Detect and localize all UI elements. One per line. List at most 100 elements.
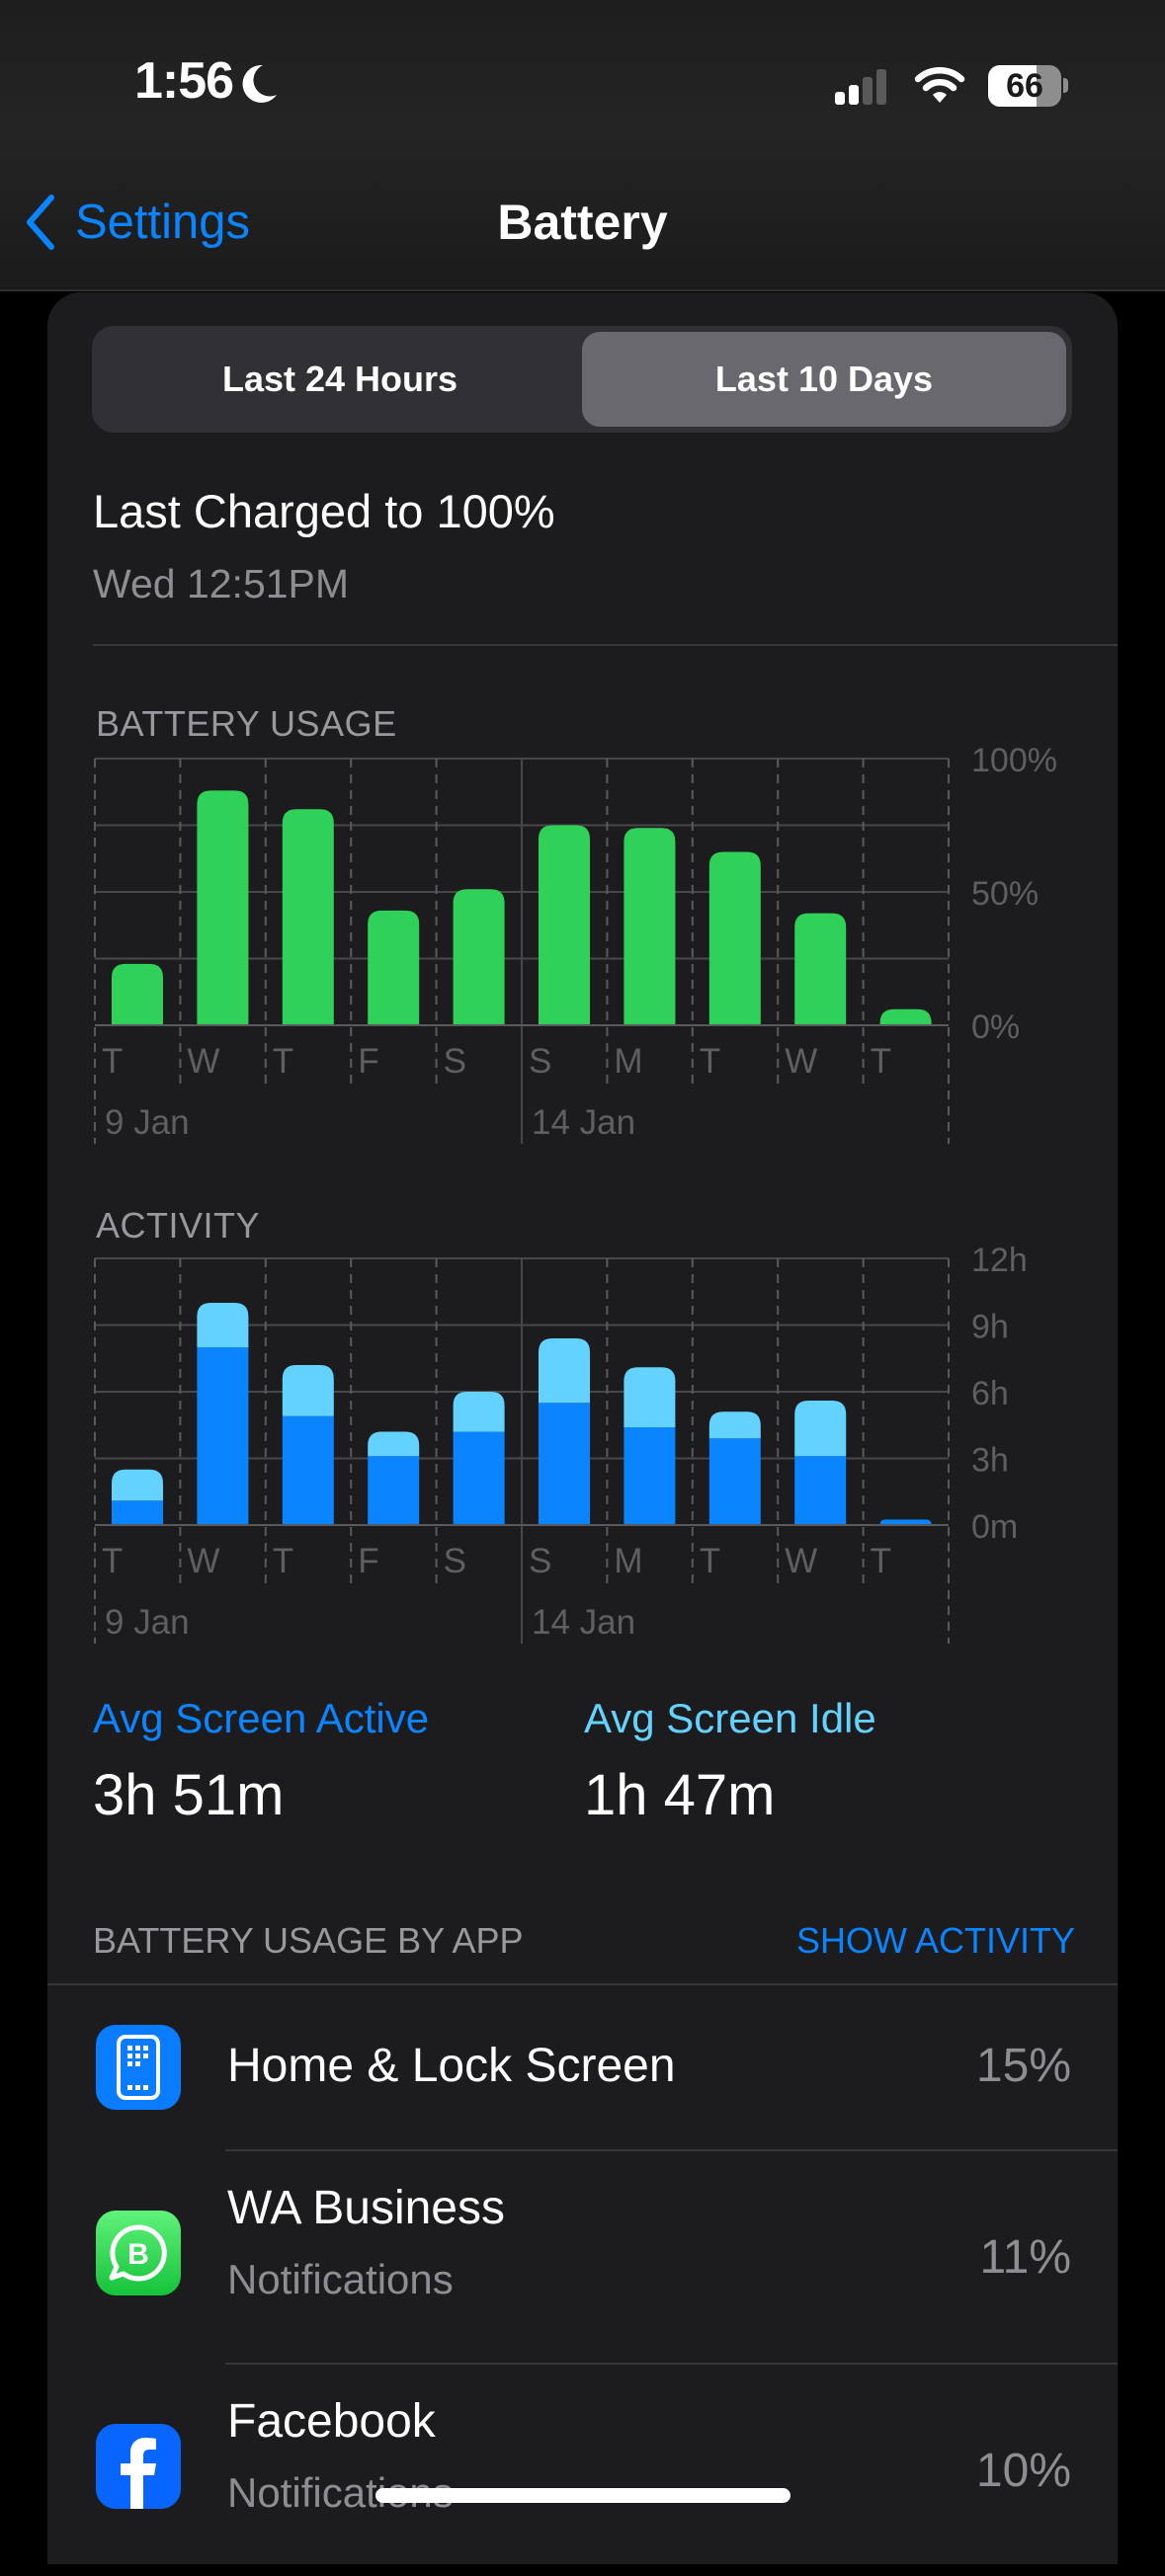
battery-usage-bar[interactable] — [282, 809, 334, 1025]
y-tick-label: 6h — [971, 1375, 1009, 1412]
navigation-header: 1:56 66 Settings Battery — [0, 0, 1165, 291]
svg-text:B: B — [127, 2238, 149, 2271]
x-tick-label: T — [871, 1542, 891, 1580]
x-tick-label: W — [187, 1542, 219, 1580]
activity-bar-screen-active[interactable] — [453, 1431, 505, 1526]
activity-bar-screen-active[interactable] — [794, 1456, 847, 1525]
x-tick-label: T — [700, 1542, 720, 1580]
activity-bar-screen-idle[interactable] — [708, 1411, 761, 1439]
x-tick-label: T — [273, 1042, 293, 1081]
signal-bar — [876, 69, 886, 105]
app-name: Facebook — [227, 2395, 436, 2448]
battery-usage-bar[interactable] — [708, 851, 761, 1026]
segment-last-10-days[interactable]: Last 10 Days — [582, 332, 1066, 427]
app-name: Home & Lock Screen — [227, 2040, 676, 2092]
x-tick-label: W — [785, 1042, 817, 1081]
x-tick-label: T — [871, 1042, 891, 1081]
home-indicator[interactable] — [375, 2488, 791, 2503]
app-percent: 11% — [979, 2231, 1071, 2284]
y-tick-label: 9h — [971, 1309, 1009, 1346]
whatsapp-business-icon: B — [96, 2211, 181, 2295]
date-label: 9 Jan — [105, 1603, 190, 1642]
activity-bar-screen-idle[interactable] — [282, 1365, 334, 1416]
battery-usage-bar[interactable] — [197, 790, 249, 1025]
x-tick-label: F — [358, 1542, 378, 1580]
x-tick-label: T — [700, 1042, 720, 1081]
activity-bar-screen-idle[interactable] — [368, 1431, 420, 1457]
activity-bar-screen-idle[interactable] — [794, 1401, 847, 1457]
time-range-segmented-control: Last 24 Hours Last 10 Days — [92, 326, 1072, 433]
last-charged-time: Wed 12:51PM — [93, 561, 350, 606]
y-tick-label: 100% — [971, 742, 1057, 779]
x-tick-label: W — [785, 1542, 817, 1580]
last-charged-title: Last Charged to 100% — [93, 485, 555, 537]
app-percent: 15% — [975, 2040, 1071, 2092]
battery-usage-bar[interactable] — [368, 910, 420, 1025]
y-tick-label: 0m — [971, 1508, 1018, 1546]
app-row-home-lock-screen[interactable]: Home & Lock Screen 15% — [47, 1985, 1118, 2149]
activity-bar-screen-active[interactable] — [368, 1456, 420, 1525]
activity-chart-svg: 12h 9h 6h 3h 0m T W T F S S M T W T 9 Jan 14 Jan — [94, 1242, 1028, 1644]
app-percent: 10% — [975, 2445, 1071, 2497]
moon-icon — [242, 64, 277, 103]
activity-bar-screen-idle[interactable] — [112, 1469, 163, 1501]
segment-last-24-hours[interactable]: Last 24 Hours — [98, 332, 582, 427]
x-tick-label: M — [614, 1542, 642, 1580]
activity-bar-screen-active[interactable] — [112, 1500, 163, 1525]
avg-screen-idle-label: Avg Screen Idle — [584, 1695, 876, 1741]
activity-bar-screen-active[interactable] — [624, 1427, 676, 1525]
x-tick-label: M — [614, 1042, 642, 1081]
date-label: 14 Jan — [532, 1603, 635, 1642]
activity-bar-screen-idle[interactable] — [197, 1303, 249, 1347]
x-tick-label: S — [529, 1042, 551, 1081]
battery-usage-bar[interactable] — [453, 889, 505, 1025]
x-tick-label: T — [102, 1042, 123, 1081]
avg-screen-active-label: Avg Screen Active — [93, 1695, 430, 1741]
date-label: 14 Jan — [532, 1103, 635, 1142]
avg-screen-idle-value: 1h 47m — [584, 1763, 776, 1827]
activity-bar-screen-active[interactable] — [282, 1415, 334, 1525]
page-title: Battery — [497, 195, 668, 250]
facebook-icon — [96, 2424, 181, 2509]
wifi-icon — [914, 67, 965, 103]
avg-screen-active-value: 3h 51m — [93, 1763, 285, 1827]
battery-usage-chart-svg: 100% 50% 0% T W T F S S M T W T 9 Jan 14 Jan — [94, 742, 1057, 1144]
x-tick-label: W — [187, 1042, 219, 1081]
battery-usage-bar[interactable] — [794, 913, 847, 1025]
y-tick-label: 0% — [971, 1008, 1020, 1046]
app-subtitle: Notifications — [227, 2256, 454, 2302]
battery-usage-by-app-header: BATTERY USAGE BY APP — [93, 1920, 524, 1961]
battery-tip — [1063, 78, 1068, 93]
battery-usage-bar[interactable] — [624, 828, 676, 1025]
app-row-wa-business[interactable]: B WA Business Notifications 11% — [47, 2151, 1118, 2363]
activity-bar-screen-active[interactable] — [539, 1403, 590, 1525]
signal-bar — [835, 92, 845, 105]
divider — [93, 644, 1118, 646]
x-tick-label: T — [102, 1542, 123, 1580]
battery-usage-bar[interactable] — [539, 825, 590, 1026]
battery-usage-bar[interactable] — [112, 963, 163, 1025]
x-tick-label: S — [444, 1042, 466, 1081]
battery-card: Last 24 Hours Last 10 Days Last Charged … — [47, 292, 1118, 2564]
battery-percent: 66 — [1006, 67, 1043, 105]
battery-usage-bar[interactable] — [879, 1008, 932, 1025]
x-tick-label: S — [444, 1542, 466, 1580]
show-activity-button[interactable]: SHOW ACTIVITY — [796, 1920, 1075, 1962]
y-tick-label: 50% — [971, 875, 1039, 913]
activity-bar-screen-idle[interactable] — [539, 1338, 590, 1404]
activity-bar-screen-active[interactable] — [708, 1438, 761, 1525]
x-tick-label: T — [273, 1542, 293, 1580]
home-lock-screen-icon — [96, 2025, 181, 2110]
activity-bar-screen-idle[interactable] — [624, 1367, 676, 1427]
x-tick-label: S — [529, 1542, 551, 1580]
signal-bar — [863, 77, 873, 105]
x-tick-label: F — [358, 1042, 378, 1081]
signal-bar — [849, 85, 859, 105]
cellular-signal-icon — [835, 67, 890, 105]
activity-bar-screen-active[interactable] — [197, 1347, 249, 1525]
activity-bar-screen-idle[interactable] — [453, 1392, 505, 1432]
battery-indicator: 66 — [988, 65, 1061, 107]
date-label: 9 Jan — [105, 1103, 190, 1142]
app-row-facebook[interactable]: Facebook Notifications 10% — [47, 2365, 1118, 2576]
y-tick-label: 12h — [971, 1242, 1028, 1279]
